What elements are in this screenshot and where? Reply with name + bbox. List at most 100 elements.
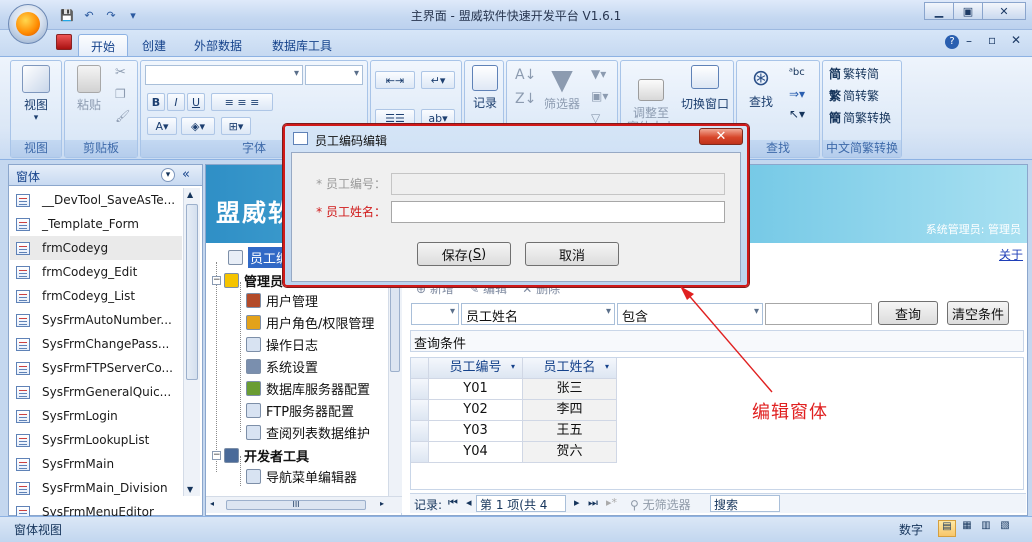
underline-button[interactable]: U — [187, 93, 205, 111]
about-link[interactable]: 关于 — [999, 246, 1023, 263]
tab-external-data[interactable]: 外部数据 — [182, 34, 254, 56]
form-list-item[interactable]: SysFrmChangePass... — [10, 332, 182, 356]
next-record-icon[interactable]: ▸ — [574, 496, 580, 509]
form-list-item[interactable]: SysFrmMain — [10, 452, 182, 476]
form-list-item[interactable]: SysFrmLogin — [10, 404, 182, 428]
paren-combo[interactable] — [411, 303, 459, 325]
sort-desc-icon[interactable]: Z↓ — [515, 91, 536, 107]
records-button[interactable]: 记录 — [467, 65, 503, 111]
toggle-filter-icon[interactable]: ▽ — [591, 111, 600, 125]
pane-vertical-scrollbar[interactable]: ▲ ▼ — [183, 188, 200, 496]
column-filter-icon[interactable]: ▾ — [511, 362, 515, 371]
tree-node[interactable]: − 开发者工具 — [212, 445, 309, 465]
first-record-icon[interactable]: ⏮ — [448, 496, 458, 510]
customize-qat-icon[interactable]: ▾ — [124, 7, 142, 23]
font-size-combo[interactable] — [305, 65, 363, 85]
row-selector[interactable] — [411, 421, 429, 442]
row-selector[interactable] — [411, 400, 429, 421]
column-header[interactable]: 员工编号 — [429, 358, 523, 379]
tree-node[interactable]: 员工编 — [228, 246, 292, 268]
row-selector[interactable] — [411, 442, 429, 463]
form-list-item[interactable]: frmCodeyg_Edit — [10, 260, 182, 284]
simp-to-trad-button[interactable]: 繁简转繁 — [829, 87, 879, 104]
close-button[interactable]: ✕ — [982, 2, 1026, 20]
form-list-item[interactable]: SysFrmMain_Division — [10, 476, 182, 500]
design-view-icon[interactable]: ▧ — [996, 520, 1014, 537]
no-filter-indicator[interactable]: ⚲ 无筛选器 — [630, 496, 691, 513]
ribbon-close-icon[interactable]: ✕ — [1011, 33, 1021, 47]
table-cell[interactable]: 李四 — [523, 400, 617, 421]
italic-button[interactable]: I — [167, 93, 185, 111]
record-position[interactable]: 第 1 项(共 4 项) — [476, 495, 566, 529]
paste-button[interactable]: 粘贴 — [69, 65, 109, 113]
form-list-item[interactable]: SysFrmFTPServerCo... — [10, 356, 182, 380]
sort-asc-icon[interactable]: A↓ — [515, 67, 536, 83]
layout-view-icon[interactable]: ▥ — [977, 520, 995, 537]
scroll-up-icon[interactable]: ▲ — [187, 190, 193, 199]
datasheet-view-icon[interactable]: ▦ — [958, 520, 976, 537]
table-cell[interactable]: 贺六 — [523, 442, 617, 463]
table-cell[interactable]: Y03 — [429, 421, 523, 442]
form-list-item[interactable]: frmCodeyg_List — [10, 284, 182, 308]
copy-icon[interactable]: ❐ — [115, 87, 126, 101]
select-all-corner[interactable] — [411, 358, 429, 379]
dialog-close-button[interactable]: ✕ — [699, 128, 743, 145]
employee-name-field[interactable] — [391, 201, 725, 223]
convert-button[interactable]: 簡简繁转换 — [829, 109, 891, 126]
help-icon[interactable]: ? — [945, 35, 959, 49]
tab-create[interactable]: 创建 — [130, 34, 178, 56]
advanced-filter-icon[interactable]: ▣▾ — [591, 89, 608, 103]
form-list-item[interactable]: _Template_Form — [10, 212, 182, 236]
tree-node[interactable]: − 管理员 — [212, 270, 283, 290]
filter-button[interactable]: ▼ 筛选器 — [539, 65, 585, 112]
column-filter-icon[interactable]: ▾ — [605, 362, 609, 371]
save-button[interactable]: 保存(S) — [417, 242, 511, 266]
ribbon-restore-icon[interactable]: ▫ — [988, 33, 996, 47]
ribbon-minimize-icon[interactable]: – — [966, 34, 972, 48]
trad-to-simp-button[interactable]: 简繁转简 — [829, 65, 879, 82]
new-record-icon[interactable]: ▸* — [606, 496, 617, 509]
tree-node[interactable]: FTP服务器配置 — [246, 400, 354, 420]
field-combo[interactable]: 员工姓名 — [461, 303, 615, 325]
tree-node[interactable]: 数据库服务器配置 — [246, 378, 370, 398]
column-header[interactable]: 员工姓名 — [523, 358, 617, 379]
scroll-down-icon[interactable]: ▼ — [187, 485, 193, 494]
pane-collapse-icon[interactable]: « — [182, 167, 190, 182]
bold-button[interactable]: B — [147, 93, 165, 111]
cut-icon[interactable]: ✂ — [115, 65, 126, 80]
scroll-thumb[interactable] — [186, 204, 198, 380]
h-scroll-thumb[interactable]: III — [226, 500, 366, 510]
redo-icon[interactable]: ↷ — [102, 7, 120, 23]
collapse-icon[interactable]: − — [212, 450, 221, 460]
search-button[interactable]: 查询 — [878, 301, 938, 325]
tree-node[interactable]: 操作日志 — [246, 334, 318, 354]
view-button[interactable]: 视图 ▾ — [17, 65, 55, 123]
clear-conditions-button[interactable]: 清空条件 — [947, 301, 1009, 325]
tab-home[interactable]: 开始 — [78, 34, 129, 56]
font-name-combo[interactable] — [145, 65, 303, 85]
switch-window-button[interactable]: 切换窗口 — [679, 65, 731, 112]
fill-color-button[interactable]: ◈▾ — [181, 117, 215, 135]
goto-icon[interactable]: ⇒▾ — [789, 87, 805, 101]
undo-icon[interactable]: ↶ — [80, 7, 98, 23]
prev-record-icon[interactable]: ◂ — [466, 496, 472, 509]
app-icon[interactable] — [56, 34, 72, 50]
scroll-right-icon[interactable]: ▸ — [380, 499, 384, 508]
paragraph-direction-button[interactable]: ↵▾ — [421, 71, 455, 89]
office-button[interactable] — [8, 4, 48, 44]
font-color-button[interactable]: A▾ — [147, 117, 177, 135]
tree-horizontal-scrollbar[interactable]: ◂ III ▸ — [206, 496, 402, 513]
selection-filter-icon[interactable]: ▼▾ — [591, 67, 606, 81]
minimize-button[interactable]: ▁ — [924, 2, 954, 20]
form-list-item[interactable]: SysFrmLookupList — [10, 428, 182, 452]
table-cell[interactable]: Y02 — [429, 400, 523, 421]
align-buttons[interactable]: ≡ ≡ ≡ — [211, 93, 273, 111]
replace-icon[interactable]: ᵃbc — [789, 67, 805, 78]
form-list-item[interactable]: SysFrmGeneralQuic... — [10, 380, 182, 404]
row-selector[interactable] — [411, 379, 429, 400]
last-record-icon[interactable]: ⏭ — [588, 496, 598, 510]
format-painter-icon[interactable]: 🖌 — [115, 109, 130, 123]
table-cell[interactable]: 王五 — [523, 421, 617, 442]
tree-node[interactable]: 查阅列表数据维护 — [246, 422, 370, 442]
maximize-button[interactable]: ▣ — [953, 2, 983, 20]
